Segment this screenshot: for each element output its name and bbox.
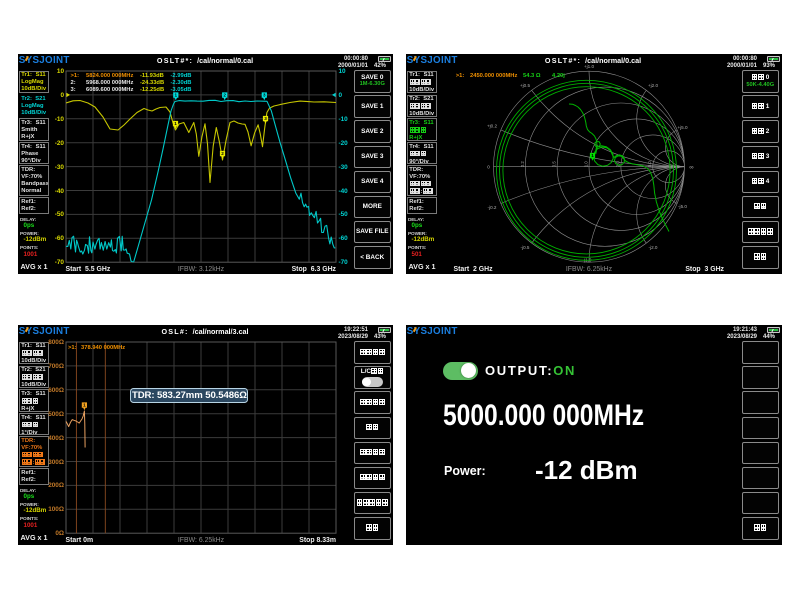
svg-text:+j0.2: +j0.2 — [487, 124, 498, 129]
svg-text:0.5: 0.5 — [552, 161, 557, 167]
svg-text:0.2: 0.2 — [520, 161, 525, 167]
svg-text:-j2.0: -j2.0 — [649, 245, 658, 250]
svg-text:+j5.0: +j5.0 — [677, 125, 688, 130]
svg-text:1: 1 — [591, 153, 594, 158]
svg-text:3: 3 — [264, 116, 267, 121]
svg-text:∞: ∞ — [689, 165, 693, 171]
svg-text:+j2.0: +j2.0 — [648, 83, 659, 88]
svg-text:1.0: 1.0 — [584, 161, 589, 167]
svg-text:1: 1 — [175, 93, 178, 98]
svg-text:0: 0 — [487, 165, 490, 170]
svg-text:-j0.2: -j0.2 — [488, 205, 497, 210]
svg-text:1: 1 — [174, 121, 177, 126]
svg-text:3: 3 — [263, 93, 266, 98]
svg-text:+j0.5: +j0.5 — [520, 83, 531, 88]
svg-text:1: 1 — [83, 403, 86, 408]
svg-text:-j5.0: -j5.0 — [678, 204, 687, 209]
svg-text:2: 2 — [223, 93, 226, 98]
svg-text:-j0.5: -j0.5 — [521, 245, 530, 250]
svg-text:2: 2 — [221, 151, 224, 156]
svg-text:5.0: 5.0 — [647, 161, 652, 167]
